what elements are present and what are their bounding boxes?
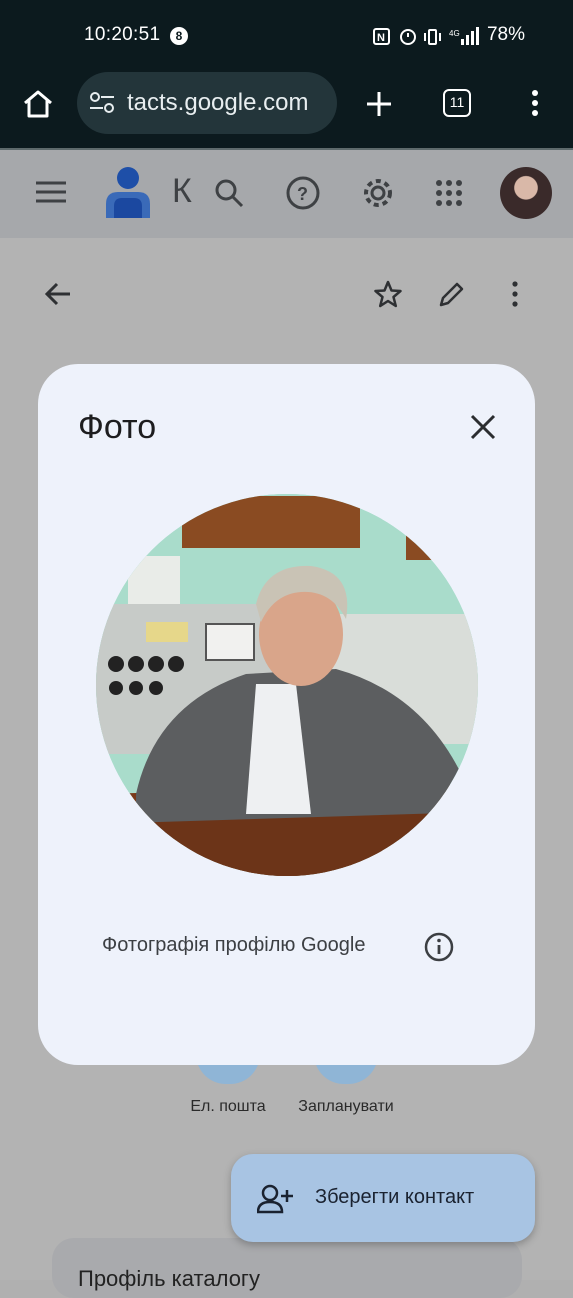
status-bar: 10:20:51 8 N 4G 78% [0,0,573,72]
search-icon[interactable] [214,178,244,208]
photo-dialog: Фото Фотографія профілю Google [38,364,535,1065]
account-avatar[interactable] [500,167,552,219]
contacts-logo-icon [106,167,150,218]
settings-gear-icon[interactable] [361,176,395,210]
close-icon[interactable] [468,412,498,442]
schedule-action-label: Запланувати [298,1098,394,1115]
email-action-label: Ел. пошта [190,1098,266,1115]
tab-switcher-button[interactable]: 11 [443,89,471,117]
menu-icon[interactable] [36,180,66,204]
svg-text:?: ? [297,184,308,204]
star-icon[interactable] [374,280,402,308]
save-contact-button[interactable]: Зберегти контакт [231,1154,535,1242]
svg-text:4G: 4G [449,29,460,38]
svg-text:N: N [377,32,385,44]
status-time: 10:20:51 [84,24,161,45]
save-contact-label: Зберегти контакт [315,1186,475,1208]
back-arrow-icon[interactable] [44,280,72,308]
more-options-icon[interactable] [508,280,522,308]
profile-photo [96,494,478,876]
new-tab-icon[interactable] [365,90,393,118]
photo-caption: Фотографія профілю Google [102,934,366,956]
profile-photo-image [96,494,478,876]
dialog-title: Фото [78,408,157,446]
add-person-icon [257,1184,293,1214]
app-title-partial: К [172,172,192,210]
browser-toolbar: tacts.google.com 11 [0,72,573,148]
home-icon[interactable] [22,89,54,119]
browser-menu-icon[interactable] [528,88,542,118]
directory-profile-title: Профіль каталогу [78,1266,260,1291]
status-icons: N 4G [373,27,479,45]
edit-pencil-icon[interactable] [438,280,466,308]
directory-profile-card: Профіль каталогу [52,1238,522,1298]
address-bar[interactable]: tacts.google.com [77,72,337,134]
battery-level: 78% [486,24,525,45]
url-text: tacts.google.com [127,89,309,116]
apps-grid-icon[interactable] [435,179,463,207]
notification-badge: 8 [170,27,188,45]
info-icon[interactable] [424,932,454,962]
contacts-app-header: К ? [0,150,573,238]
site-settings-icon[interactable] [89,92,115,114]
help-icon[interactable]: ? [286,176,320,210]
